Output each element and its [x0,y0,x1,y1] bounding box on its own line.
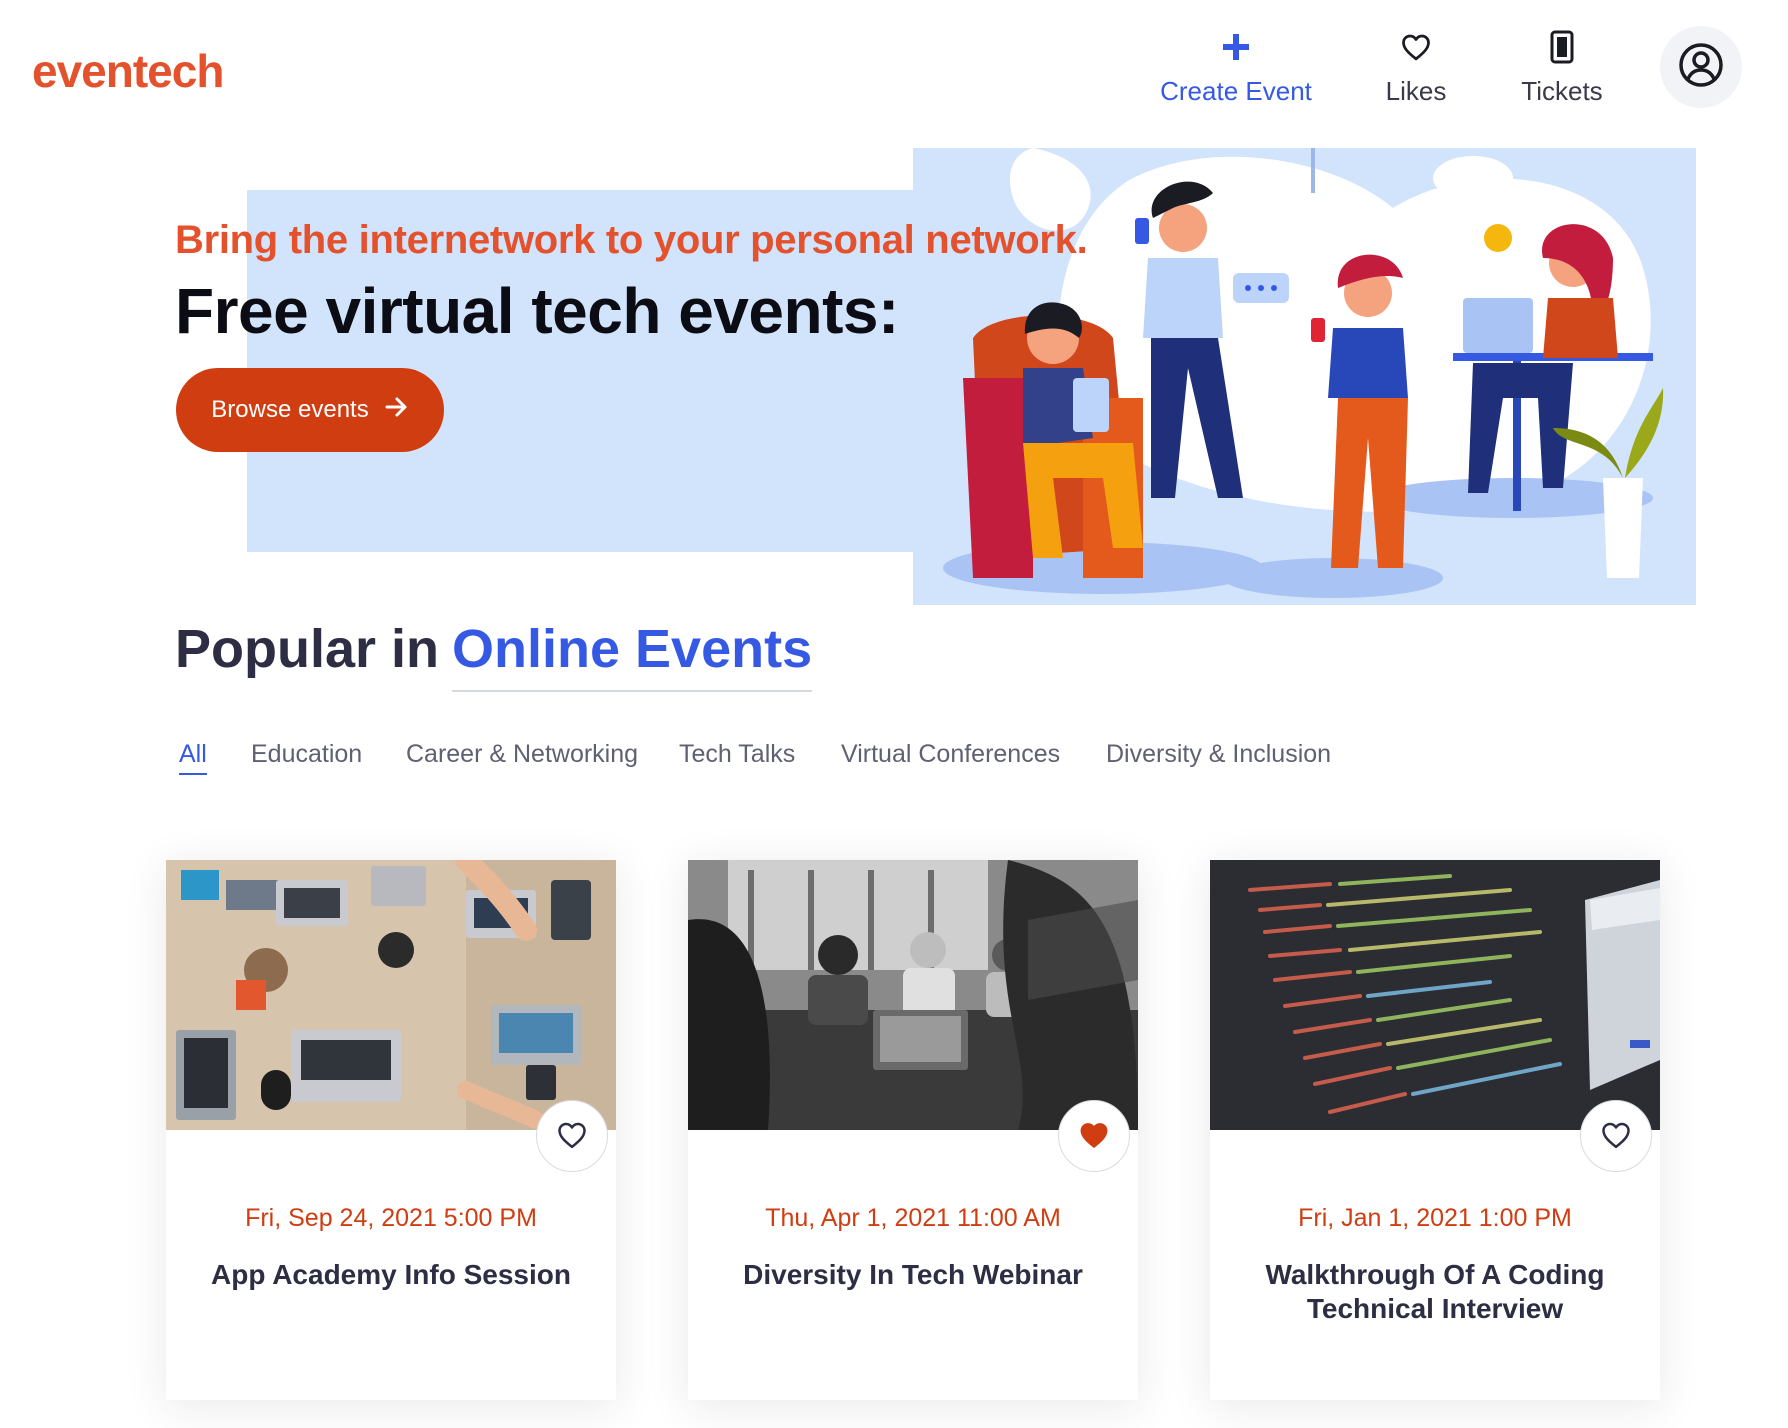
like-button[interactable] [1058,1100,1130,1172]
arrow-right-icon [385,396,409,425]
hero-illustration [913,148,1696,605]
event-title[interactable]: App Academy Info Session [196,1258,586,1292]
hero-title: Free virtual tech events: [175,275,899,347]
filter-tab-all[interactable]: All [179,740,207,775]
heart-outline-icon [1399,30,1433,64]
ticket-icon [1545,30,1579,64]
filter-tab-diversity-inclusion[interactable]: Diversity & Inclusion [1106,740,1331,773]
filter-tab-education[interactable]: Education [251,740,362,773]
popular-heading: Popular in [175,619,440,679]
filter-tab-virtual-conferences[interactable]: Virtual Conferences [841,740,1060,773]
event-card[interactable]: Thu, Apr 1, 2021 11:00 AM Diversity In T… [688,860,1138,1400]
event-title[interactable]: Diversity In Tech Webinar [718,1258,1108,1292]
event-title[interactable]: Walkthrough Of A Coding Technical Interv… [1240,1258,1630,1326]
create-event-label: Create Event [1160,76,1312,106]
event-card[interactable]: Fri, Sep 24, 2021 5:00 PM App Academy In… [166,860,616,1400]
user-circle-icon [1678,42,1724,93]
tickets-nav[interactable]: Tickets [1510,30,1614,107]
heart-outline-icon [557,1121,587,1152]
event-date: Fri, Sep 24, 2021 5:00 PM [245,1204,537,1232]
event-image [166,860,616,1130]
likes-nav[interactable]: Likes [1370,30,1462,107]
plus-icon [1219,30,1253,64]
like-button[interactable] [1580,1100,1652,1172]
like-button[interactable] [536,1100,608,1172]
event-date: Thu, Apr 1, 2021 11:00 AM [765,1204,1061,1232]
eventech-logo[interactable]: eventech [32,44,224,98]
hero-tagline: Bring the internetwork to your personal … [175,218,1088,262]
heart-outline-icon [1601,1121,1631,1152]
create-event-nav[interactable]: Create Event [1158,30,1314,107]
filter-tab-tech-talks[interactable]: Tech Talks [679,740,795,773]
event-card[interactable]: Fri, Jan 1, 2021 1:00 PM Walkthrough Of … [1210,860,1660,1400]
location-selector[interactable]: Online Events [452,618,813,692]
browse-events-label: Browse events [211,396,369,423]
browse-events-button[interactable]: Browse events [176,368,444,452]
heart-filled-icon [1079,1121,1109,1152]
filter-tab-career-networking[interactable]: Career & Networking [406,740,638,773]
event-image [1210,860,1660,1130]
user-profile-button[interactable] [1660,26,1742,108]
likes-label: Likes [1385,76,1447,106]
event-image [688,860,1138,1130]
event-date: Fri, Jan 1, 2021 1:00 PM [1298,1204,1572,1232]
tickets-label: Tickets [1521,76,1603,106]
